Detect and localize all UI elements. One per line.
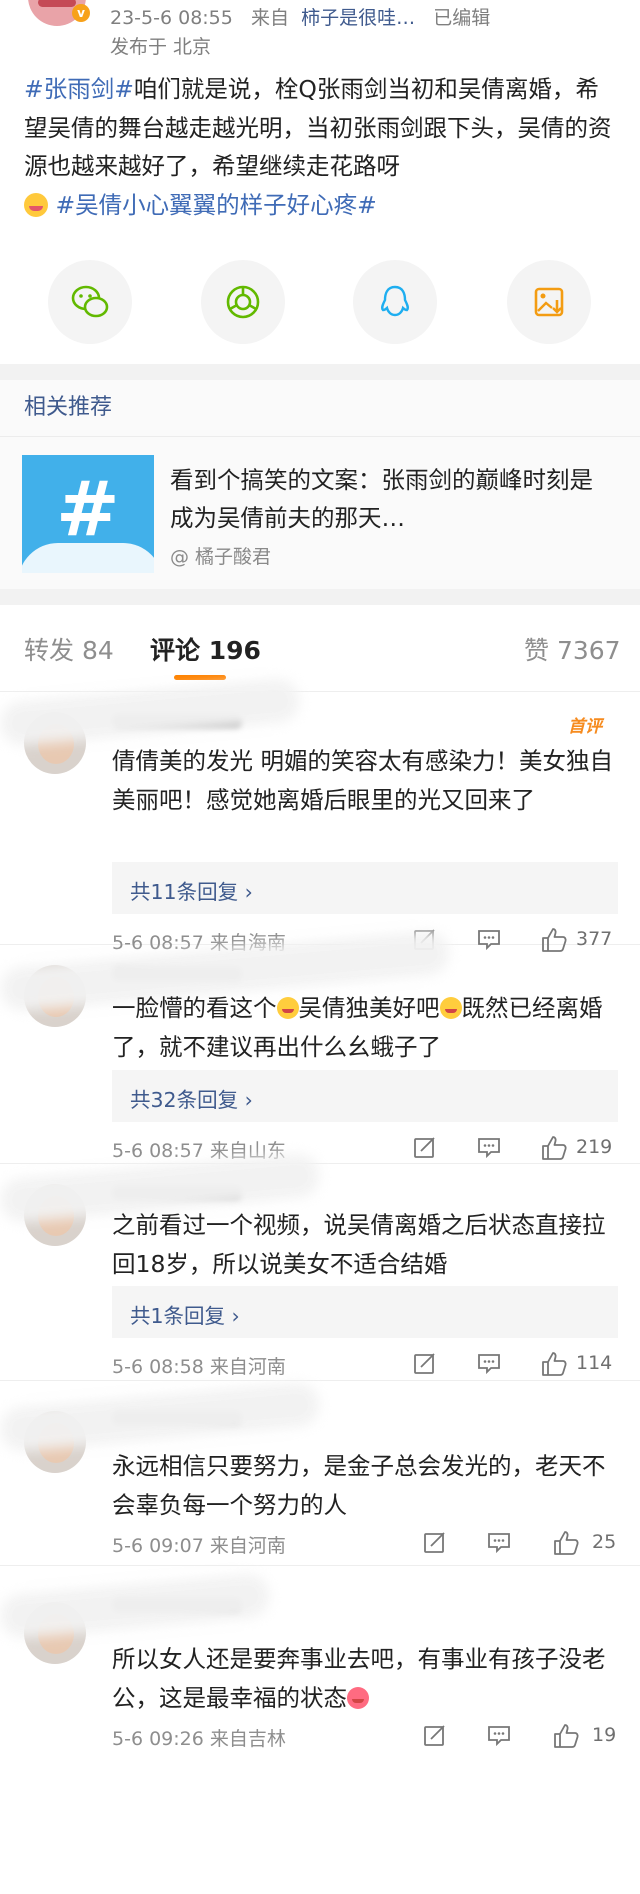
comment-item: 之前看过一个视频，说吴倩离婚之后状态直接拉回18岁，所以说美女不适合结婚 共1条… [0,1152,640,1381]
comment-time: 5-6 09:26 来自吉林 [112,1728,286,1750]
tab-repost[interactable]: 转发 84 [24,631,114,667]
comment-icon[interactable] [486,1722,512,1748]
like-count: 219 [576,1136,613,1158]
source-prefix: 来自 [251,7,290,29]
repost-icon[interactable] [422,1722,448,1748]
section-divider [0,364,640,380]
thumbs-up-icon[interactable] [552,1529,580,1557]
related-post-card[interactable]: # 看到个搞笑的文案：张雨剑的巅峰时刻是成为吴倩前夫的那天… @ 橘子酸君 [0,437,640,589]
post-location: 发布于 北京 [110,36,212,58]
repost-icon[interactable] [422,1529,448,1555]
related-post-text: 看到个搞笑的文案：张雨剑的巅峰时刻是成为吴倩前夫的那天… [170,466,593,532]
comment-text: 之前看过一个视频，说吴倩离婚之后状态直接拉回18岁，所以说美女不适合结婚 [112,1211,606,1278]
hashtag-link[interactable]: #张雨剑# [24,75,134,103]
thumbs-up-icon[interactable] [552,1722,580,1750]
comment-item: 永远相信只要努力，是金子总会发光的，老天不会辜负每一个努力的人 5-6 09:0… [0,1381,640,1566]
comment-footer: 5-6 09:07 来自河南 25 [112,1529,618,1559]
comment-item: 首评 倩倩美的发光 明媚的笑容太有感染力！美女独自美丽吧！感觉她离婚后眼里的光又… [0,677,640,954]
comment-text: 一脸懵的看这个 吴倩独美好吧 既然已经离婚了，就不建议再出什么幺蛾子了 [112,994,603,1061]
post-header: v 23-5-6 08:55 来自 柿子是很哇… 已编辑 发布于 北京 [0,0,640,70]
comment-item: 一脸懵的看这个 吴倩独美好吧 既然已经离婚了，就不建议再出什么幺蛾子了 共32条回复… [0,929,640,1164]
comment-icon[interactable] [486,1529,512,1555]
thumbs-up-icon[interactable] [540,1134,568,1162]
replies-count: 共11条回复 › [130,880,253,904]
comment-text: 所以女人还是要奔事业去吧，有事业有孩子没老公，这是最幸福的状态 [112,1645,606,1712]
comment-item: 所以女人还是要奔事业去吧，有事业有孩子没老公，这是最幸福的状态 5-6 09:2… [0,1566,640,1766]
replies-link[interactable]: 共11条回复 › [112,862,618,914]
comment-icon[interactable] [476,1350,502,1376]
related-post-thumbnail: # [22,455,154,573]
comment-time: 5-6 09:07 来自河南 [112,1535,286,1557]
share-row [0,224,640,364]
tab-likes[interactable]: 赞 7367 [524,631,621,667]
grin-emoji-icon [439,997,462,1019]
save-image-icon [534,287,564,317]
post-source[interactable]: 柿子是很哇… [301,7,415,29]
heart-eyes-emoji-icon [347,1686,369,1709]
section-divider [0,589,640,605]
replies-count: 共1条回复 › [130,1304,240,1328]
comment-footer: 5-6 08:57 来自山东 219 [112,1134,618,1164]
wechat-share-button[interactable] [48,260,132,344]
save-image-button[interactable] [507,260,591,344]
comment-icon[interactable] [476,1134,502,1160]
post-content: #张雨剑#咱们就是说，栓Q张雨剑当初和吴倩离婚，希望吴倩的舞台越走越光明，当初张… [0,70,640,224]
qq-icon [380,285,410,317]
comment-footer: 5-6 08:58 来自河南 114 [112,1350,618,1380]
redaction-smear [0,1572,272,1640]
comment-text: 永远相信只要努力，是金子总会发光的，老天不会辜负每一个努力的人 [112,1452,606,1519]
qq-share-button[interactable] [353,260,437,344]
like-count: 19 [592,1724,617,1746]
moments-icon [226,285,260,319]
redaction-smear [0,1381,322,1453]
related-post-author: @ 橘子酸君 [170,546,272,568]
post-time: 23-5-6 08:55 [110,7,233,29]
laughing-emoji-icon [276,997,299,1019]
verified-badge-icon: v [72,4,90,22]
replies-link[interactable]: 共32条回复 › [112,1070,618,1122]
active-tab-indicator [174,675,226,680]
edited-label: 已编辑 [433,7,491,29]
replies-count: 共32条回复 › [130,1088,253,1112]
hashtag-link[interactable]: #吴倩小心翼翼的样子好心疼# [55,191,376,219]
first-comment-badge: 首评 [568,717,602,737]
repost-icon[interactable] [412,1350,438,1376]
comment-footer: 5-6 09:26 来自吉林 19 [112,1722,618,1752]
replies-link[interactable]: 共1条回复 › [112,1286,618,1338]
comment-tabs: 转发 84 评论 196 赞 7367 [0,605,640,692]
post-meta: 23-5-6 08:55 来自 柿子是很哇… 已编辑 [110,3,490,30]
related-section-title: 相关推荐 [0,380,640,437]
comment-time: 5-6 08:58 来自河南 [112,1356,286,1378]
thumbs-up-icon[interactable] [540,1350,568,1378]
wechat-icon [71,285,109,318]
like-count: 114 [576,1352,613,1374]
moments-share-button[interactable] [201,260,285,344]
repost-icon[interactable] [412,1134,438,1160]
like-count: 25 [592,1531,617,1553]
crying-emoji-icon [24,192,48,217]
comment-text: 倩倩美的发光 明媚的笑容太有感染力！美女独自美丽吧！感觉她离婚后眼里的光又回来了 [112,747,613,814]
tab-comments[interactable]: 评论 196 [150,631,261,667]
